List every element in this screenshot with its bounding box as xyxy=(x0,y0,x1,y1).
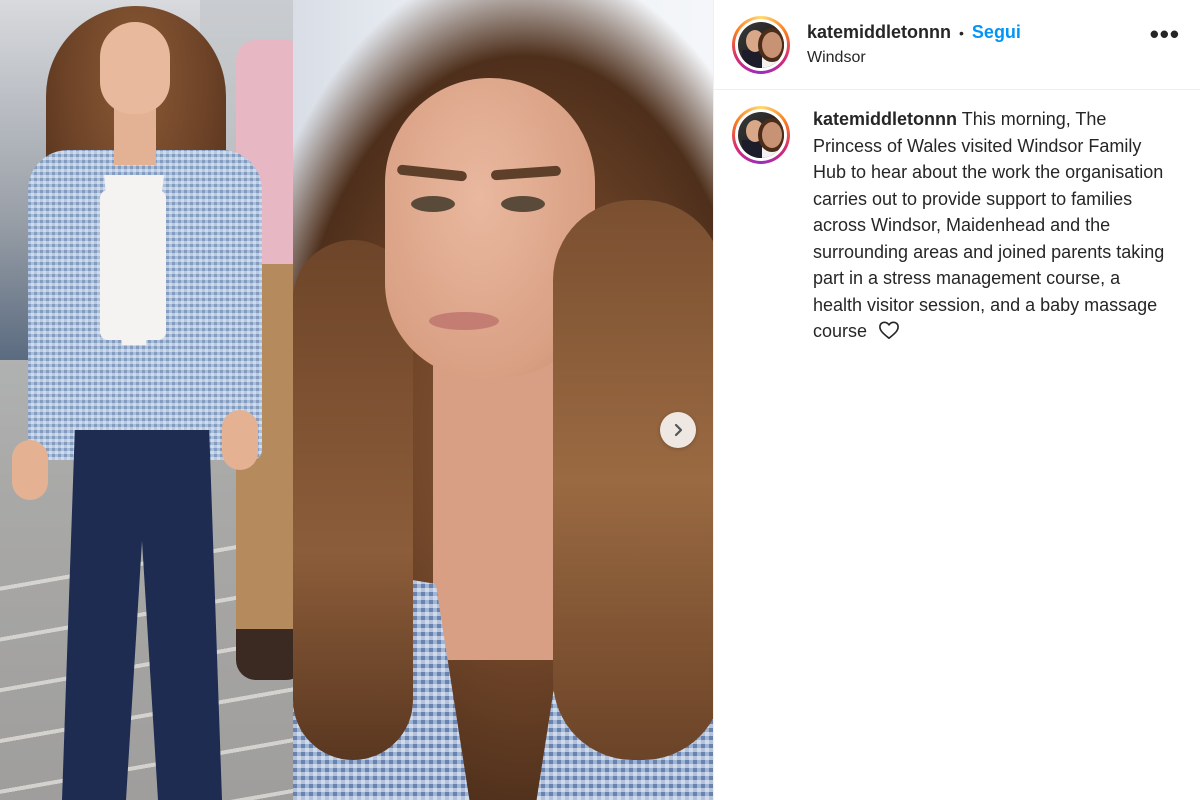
post-header: katemiddletonnn • Segui Windsor ••• xyxy=(714,0,1200,90)
more-options-icon[interactable]: ••• xyxy=(1150,21,1180,47)
photo-portrait xyxy=(293,0,713,800)
caption-body: This morning, The Princess of Wales visi… xyxy=(813,109,1165,341)
avatar[interactable] xyxy=(732,15,790,74)
next-slide-button[interactable] xyxy=(660,412,696,448)
chevron-right-icon xyxy=(674,423,683,437)
post-media xyxy=(0,0,713,800)
post-side-panel: katemiddletonnn • Segui Windsor ••• kate… xyxy=(713,0,1200,800)
caption: katemiddletonnn This morning, The Prince… xyxy=(714,90,1200,361)
caption-text-block: katemiddletonnn This morning, The Prince… xyxy=(813,106,1173,345)
caption-avatar[interactable] xyxy=(732,106,790,164)
photo-full-length xyxy=(0,0,293,800)
follow-button[interactable]: Segui xyxy=(972,22,1021,43)
heart-outline-icon xyxy=(879,321,899,339)
location-link[interactable]: Windsor xyxy=(807,49,1021,67)
separator-dot: • xyxy=(959,24,964,41)
username-link[interactable]: katemiddletonnn xyxy=(807,22,951,43)
caption-username-link[interactable]: katemiddletonnn xyxy=(813,109,957,129)
